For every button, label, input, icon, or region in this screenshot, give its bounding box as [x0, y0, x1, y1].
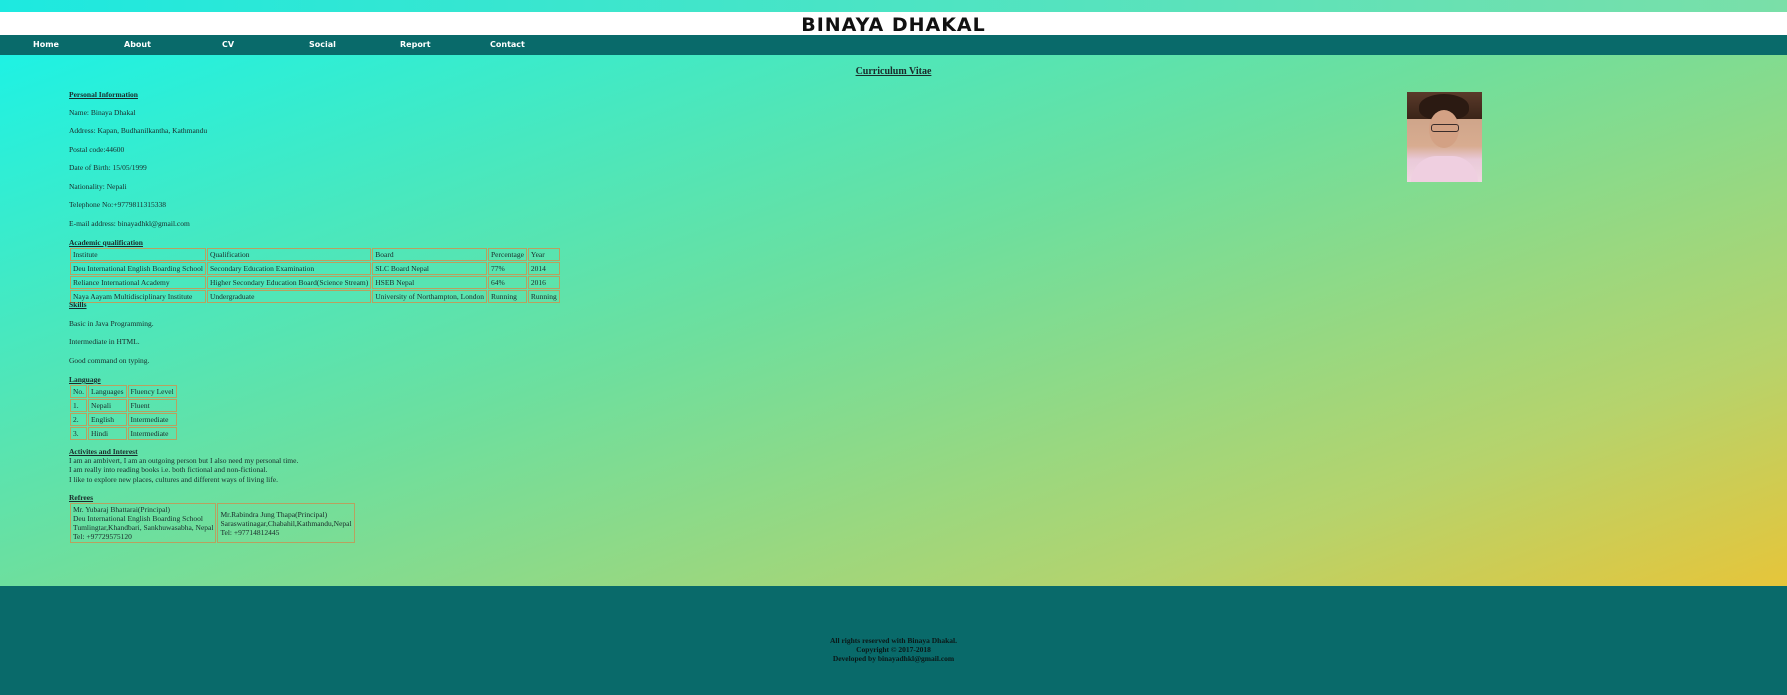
academic-table: Institute Qualification Board Percentage… [69, 247, 561, 304]
profile-photo [1407, 92, 1482, 182]
personal-name: Name: Binaya Dhakal [69, 108, 136, 117]
table-cell: SLC Board Nepal [372, 262, 488, 275]
activity-line: I am an ambivert, I am an outgoing perso… [69, 456, 299, 465]
table-row: 1. Nepali Fluent [70, 399, 177, 412]
table-row: Deu International English Boarding Schoo… [70, 262, 560, 275]
table-cell: Running [527, 290, 560, 303]
table-cell: 3. [70, 427, 88, 440]
skill-item: Intermediate in HTML. [69, 337, 140, 346]
footer-rights: All rights reserved with Binaya Dhakal. [830, 636, 957, 645]
refree-line: Tumlingtar,Khandbari, Sankhuwasabha, Nep… [73, 523, 214, 532]
refree-line: Tel: +97714812445 [220, 527, 280, 537]
refree-line: Mr. Yubaraj Bhattarai(Principal) [73, 505, 170, 514]
refree-cell: Mr.Rabindra Jung Thapa(Principal) Sarasw… [217, 503, 355, 543]
table-cell: Fluent [127, 399, 177, 412]
table-cell: 2014 [527, 262, 560, 275]
table-cell: Percentage [488, 248, 527, 261]
language-heading: Language [69, 375, 101, 384]
table-cell: Running [488, 290, 527, 303]
table-row: Mr. Yubaraj Bhattarai(Principal) Deu Int… [70, 503, 355, 543]
activities-heading: Activites and Interest [69, 447, 138, 456]
table-cell: No. [70, 385, 88, 398]
refree-cell: Mr. Yubaraj Bhattarai(Principal) Deu Int… [70, 503, 217, 543]
table-cell: Qualification [206, 248, 372, 261]
main-nav: Home About CV Social Report Contact [0, 35, 1787, 55]
academic-heading: Academic qualification [69, 238, 143, 247]
personal-dob: Date of Birth: 15/05/1999 [69, 163, 147, 172]
site-footer: All rights reserved with Binaya Dhakal. … [0, 586, 1787, 695]
personal-email: E-mail address: binayadhkl@gmail.com [69, 219, 190, 228]
table-row: Institute Qualification Board Percentage… [70, 248, 560, 261]
table-cell: 1. [70, 399, 88, 412]
table-cell: Reliance International Academy [70, 276, 206, 289]
nav-home[interactable]: Home [33, 35, 59, 55]
photo-glasses [1431, 124, 1459, 132]
table-cell: University of Northampton, London [372, 290, 488, 303]
table-cell: Board [372, 248, 488, 261]
refree-line: Saraswatinagar,Chabahil,Kathmandu,Nepal [220, 518, 352, 528]
table-cell: 77% [488, 262, 527, 275]
table-cell: Intermediate [127, 413, 177, 426]
table-cell: Secondary Education Examination [206, 262, 372, 275]
personal-postal: Postal code:44600 [69, 145, 125, 154]
table-cell: Year [527, 248, 560, 261]
refrees-heading: Refrees [69, 493, 94, 502]
site-title: BINAYA DHAKAL [801, 14, 986, 36]
refrees-table: Mr. Yubaraj Bhattarai(Principal) Deu Int… [69, 502, 356, 544]
table-row: Reliance International Academy Higher Se… [70, 276, 560, 289]
photo-shirt [1411, 156, 1478, 182]
personal-address: Address: Kapan, Budhanilkantha, Kathmand… [69, 126, 208, 135]
cv-title: Curriculum Vitae [855, 66, 932, 77]
table-cell: Fluency Level [127, 385, 177, 398]
footer-developer: Developed by binayadhkl@gmail.com [832, 654, 955, 663]
footer-copyright: Copyright © 2017-2018 [856, 645, 931, 654]
table-cell: HSEB Nepal [372, 276, 488, 289]
activity-line: I like to explore new places, cultures a… [69, 475, 278, 484]
nav-report[interactable]: Report [400, 35, 431, 55]
table-row: No. Languages Fluency Level [70, 385, 177, 398]
table-cell: 64% [488, 276, 527, 289]
table-cell: Intermediate [127, 427, 177, 440]
personal-telephone: Telephone No:+9779811315338 [69, 200, 166, 209]
site-header: BINAYA DHAKAL [0, 12, 1787, 36]
top-accent-bar [0, 0, 1787, 12]
table-cell: Deu International English Boarding Schoo… [70, 262, 206, 275]
nav-about[interactable]: About [124, 35, 151, 55]
table-cell: Nepali [88, 399, 127, 412]
refree-line: Deu International English Boarding Schoo… [73, 514, 203, 523]
table-cell: Naya Aayam Multidisciplinary Institute [70, 290, 206, 303]
table-cell: Languages [88, 385, 127, 398]
personal-nationality: Nationality: Nepali [69, 182, 127, 191]
language-table: No. Languages Fluency Level 1. Nepali Fl… [69, 384, 178, 441]
table-row: 2. English Intermediate [70, 413, 177, 426]
skill-item: Basic in Java Programming. [69, 319, 154, 328]
nav-contact[interactable]: Contact [490, 35, 525, 55]
table-row: Naya Aayam Multidisciplinary Institute U… [70, 290, 560, 303]
table-cell: Institute [70, 248, 206, 261]
skill-item: Good command on typing. [69, 356, 150, 365]
skills-heading: Skills [69, 300, 87, 309]
table-row: 3. Hindi Intermediate [70, 427, 177, 440]
cv-content: Curriculum Vitae Personal Information Na… [0, 55, 1787, 586]
table-cell: Undergraduate [206, 290, 372, 303]
activity-line: I am really into reading books i.e. both… [69, 465, 268, 474]
table-cell: English [88, 413, 127, 426]
nav-cv[interactable]: CV [222, 35, 234, 55]
table-cell: 2016 [527, 276, 560, 289]
table-cell: Hindi [88, 427, 127, 440]
refree-line: Tel: +97729575120 [73, 532, 132, 541]
personal-heading: Personal Information [69, 90, 138, 99]
nav-social[interactable]: Social [309, 35, 336, 55]
table-cell: 2. [70, 413, 88, 426]
refree-line: Mr.Rabindra Jung Thapa(Principal) [220, 509, 328, 519]
table-cell: Higher Secondary Education Board(Science… [206, 276, 372, 289]
